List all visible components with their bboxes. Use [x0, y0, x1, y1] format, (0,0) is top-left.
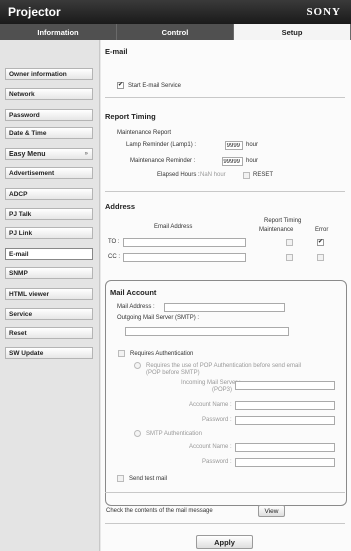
outgoing-smtp-input[interactable]	[125, 327, 289, 336]
cc-error-checkbox[interactable]	[317, 254, 324, 261]
lamp-reminder-input[interactable]	[225, 141, 243, 150]
lamp-reminder-label: Lamp Reminder (Lamp1) :	[126, 142, 197, 148]
sidebar-item-html-viewer[interactable]: HTML viewer	[5, 288, 93, 300]
divider	[105, 97, 345, 98]
pop-before-smtp-label-2: (POP before SMTP)	[146, 370, 200, 376]
divider	[105, 492, 345, 493]
smtp-authentication-label: SMTP Authentication	[146, 431, 202, 437]
incoming-mail-server-input[interactable]	[235, 381, 335, 390]
lamp-reminder-unit: hour	[246, 142, 259, 148]
requires-authentication-checkbox[interactable]	[118, 350, 125, 357]
smtp-password-label: Password :	[202, 459, 232, 465]
start-email-service-label: Start E-mail Service	[128, 83, 182, 89]
maintenance-report-label: Maintenance Report	[117, 130, 172, 136]
sidebar-item-network[interactable]: Network	[5, 88, 93, 100]
reset-label: RESET	[253, 172, 274, 178]
cc-label: CC :	[108, 254, 120, 260]
sidebar-item-snmp[interactable]: SNMP	[5, 267, 93, 279]
pop-before-smtp-radio[interactable]	[134, 362, 141, 369]
maintenance-reminder-label: Maintenance Reminder :	[130, 158, 196, 164]
sidebar-item-advertisement[interactable]: Advertisement	[5, 167, 93, 179]
tab-control[interactable]: Control	[117, 24, 234, 40]
app-header: Projector SONY	[0, 0, 351, 24]
outgoing-smtp-label: Outgoing Mail Server (SMTP) :	[117, 315, 200, 321]
pop-password-input[interactable]	[235, 416, 335, 425]
maintenance-column-header: Maintenance	[259, 227, 294, 233]
smtp-authentication-radio[interactable]	[134, 430, 141, 437]
send-test-mail-label: Send test mail	[129, 476, 168, 482]
sidebar-item-pj-talk[interactable]: PJ Talk	[5, 208, 93, 220]
error-column-header: Error	[315, 227, 329, 233]
sidebar-item-date-time[interactable]: Date & Time	[5, 127, 93, 139]
sidebar-item-e-mail[interactable]: E-mail	[5, 248, 93, 260]
pop-account-name-label: Account Name :	[189, 402, 232, 408]
cc-maintenance-checkbox[interactable]	[286, 254, 293, 261]
mail-address-label: Mail Address :	[117, 304, 155, 310]
pop-account-name-input[interactable]	[235, 401, 335, 410]
chevron-double-icon: »	[84, 151, 88, 157]
pop-before-smtp-label-1: Requires the use of POP Authentication b…	[146, 363, 301, 369]
sidebar-item-adcp[interactable]: ADCP	[5, 188, 93, 200]
tab-information[interactable]: Information	[0, 24, 117, 40]
divider	[105, 523, 345, 524]
smtp-account-name-input[interactable]	[235, 443, 335, 452]
to-email-input[interactable]	[123, 238, 246, 247]
divider	[105, 191, 345, 192]
mail-account-box: Mail Account Mail Address : Outgoing Mai…	[105, 280, 347, 506]
maintenance-reminder-input[interactable]	[222, 157, 243, 166]
sidebar-item-password[interactable]: Password	[5, 109, 93, 121]
cc-email-input[interactable]	[123, 253, 246, 262]
to-error-checkbox[interactable]: ✔	[317, 239, 324, 246]
report-timing-column-header: Report Timing	[264, 218, 302, 224]
elapsed-hours-value: NaN hour	[200, 172, 226, 178]
main-tabs: Information Control Setup	[0, 24, 351, 40]
tab-setup[interactable]: Setup	[234, 24, 351, 40]
apply-button[interactable]: Apply	[196, 535, 253, 549]
sidebar-item-reset[interactable]: Reset	[5, 327, 93, 339]
start-email-service-checkbox[interactable]: ✔	[117, 82, 124, 89]
smtp-password-input[interactable]	[235, 458, 335, 467]
sidebar-item-service[interactable]: Service	[5, 308, 93, 320]
smtp-account-name-label: Account Name :	[189, 444, 232, 450]
reset-checkbox[interactable]	[243, 172, 250, 179]
sidebar-item-sw-update[interactable]: SW Update	[5, 347, 93, 359]
maintenance-reminder-unit: hour	[246, 158, 259, 164]
sidebar-item-owner-information[interactable]: Owner information	[5, 68, 93, 80]
elapsed-hours-label: Elapsed Hours :	[157, 172, 200, 178]
mail-account-title: Mail Account	[110, 288, 157, 297]
view-button[interactable]: View	[258, 505, 285, 517]
check-contents-label: Check the contents of the mail message	[106, 508, 213, 514]
email-section-title: E-mail	[105, 47, 128, 56]
send-test-mail-checkbox[interactable]	[117, 475, 124, 482]
sidebar-item-easy-menu[interactable]: Easy Menu »	[5, 148, 93, 160]
address-section-title: Address	[105, 202, 136, 211]
report-timing-section-title: Report Timing	[105, 112, 156, 121]
incoming-mail-server-label-pop3: (POP3)	[212, 387, 233, 393]
incoming-mail-server-label: Incoming Mail Server :	[181, 380, 241, 386]
email-address-column-header: Email Address	[154, 224, 193, 230]
sidebar-item-label: Easy Menu	[9, 150, 46, 158]
brand-logo: SONY	[306, 6, 341, 18]
app-title: Projector	[8, 5, 61, 19]
sidebar: Owner information Network Password Date …	[0, 40, 100, 551]
to-maintenance-checkbox[interactable]	[286, 239, 293, 246]
to-label: TO :	[108, 239, 120, 245]
sidebar-item-pj-link[interactable]: PJ Link	[5, 227, 93, 239]
mail-address-input[interactable]	[164, 303, 285, 312]
settings-panel: E-mail ✔ Start E-mail Service Report Tim…	[101, 40, 351, 551]
requires-authentication-label: Requires Authentication	[130, 351, 194, 357]
pop-password-label: Password :	[202, 417, 232, 423]
